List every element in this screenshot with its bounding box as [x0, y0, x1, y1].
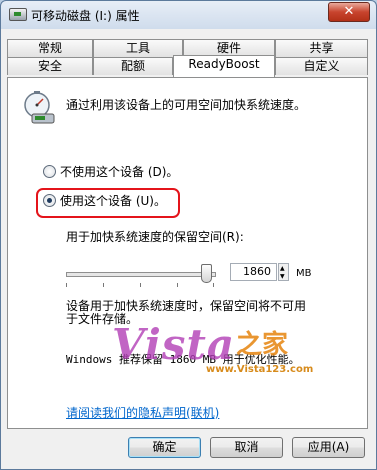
close-button[interactable]: ✕	[328, 2, 370, 22]
removable-drive-icon	[9, 8, 27, 21]
properties-window: 可移动磁盘 (I:) 属性 ✕ 常规 工具 硬件 共享 安全 配额 ReadyB…	[0, 0, 377, 470]
apply-button[interactable]: 应用(A)	[292, 437, 365, 458]
vista-watermark: Vista 之家 www.Vista123.com	[112, 320, 314, 380]
info-line-2: 于文件存储。	[66, 312, 139, 326]
slider-tick	[66, 283, 67, 287]
reserve-slider-thumb[interactable]	[201, 264, 212, 283]
reserve-space-input[interactable]: 1860	[230, 263, 277, 281]
slider-tick	[213, 283, 214, 287]
tab-sharing[interactable]: 共享	[275, 39, 368, 57]
slider-tick	[177, 283, 178, 287]
slider-tick	[103, 283, 104, 287]
spin-down-icon[interactable]: ▼	[280, 274, 285, 280]
radio-use-device[interactable]	[43, 194, 56, 207]
tab-quota[interactable]: 配额	[93, 57, 173, 75]
cancel-button[interactable]: 取消	[210, 437, 283, 458]
recommendation-text: Windows 推荐保留 1860 MB 用于优化性能。	[66, 353, 300, 366]
ok-button[interactable]: 确定	[128, 437, 201, 458]
readyboost-description: 通过利用该设备上的可用空间加快系统速度。	[66, 98, 307, 112]
radio-do-not-use[interactable]	[43, 165, 56, 178]
slider-tick	[140, 283, 141, 287]
tab-security[interactable]: 安全	[7, 57, 93, 75]
privacy-statement-link[interactable]: 请阅读我们的隐私声明(联机)	[66, 404, 219, 421]
window-title: 可移动磁盘 (I:) 属性	[31, 9, 140, 23]
usb-drive-speed-icon	[24, 91, 55, 124]
option-do-not-use-label[interactable]: 不使用这个设备 (D)。	[60, 163, 178, 180]
spin-up-icon[interactable]: ▲	[280, 266, 285, 272]
option-use-device-label[interactable]: 使用这个设备 (U)。	[60, 192, 166, 209]
reserve-slider-track[interactable]	[66, 272, 216, 277]
dialog-client: 常规 工具 硬件 共享 安全 配额 ReadyBoost 自定义 通过利用该设备…	[2, 29, 375, 469]
tab-tools[interactable]: 工具	[93, 39, 183, 57]
tab-customize[interactable]: 自定义	[275, 57, 368, 75]
tab-general[interactable]: 常规	[7, 39, 93, 57]
reserve-spin-buttons[interactable]: ▲ ▼	[278, 263, 289, 281]
tab-readyboost[interactable]: ReadyBoost	[173, 55, 275, 77]
reserve-unit: MB	[296, 268, 312, 279]
title-bar[interactable]: 可移动磁盘 (I:) 属性 ✕	[1, 1, 376, 29]
reserve-space-label: 用于加快系统速度的保留空间(R):	[66, 230, 244, 244]
readyboost-panel: 通过利用该设备上的可用空间加快系统速度。 不使用这个设备 (D)。 使用这个设备…	[7, 77, 368, 429]
